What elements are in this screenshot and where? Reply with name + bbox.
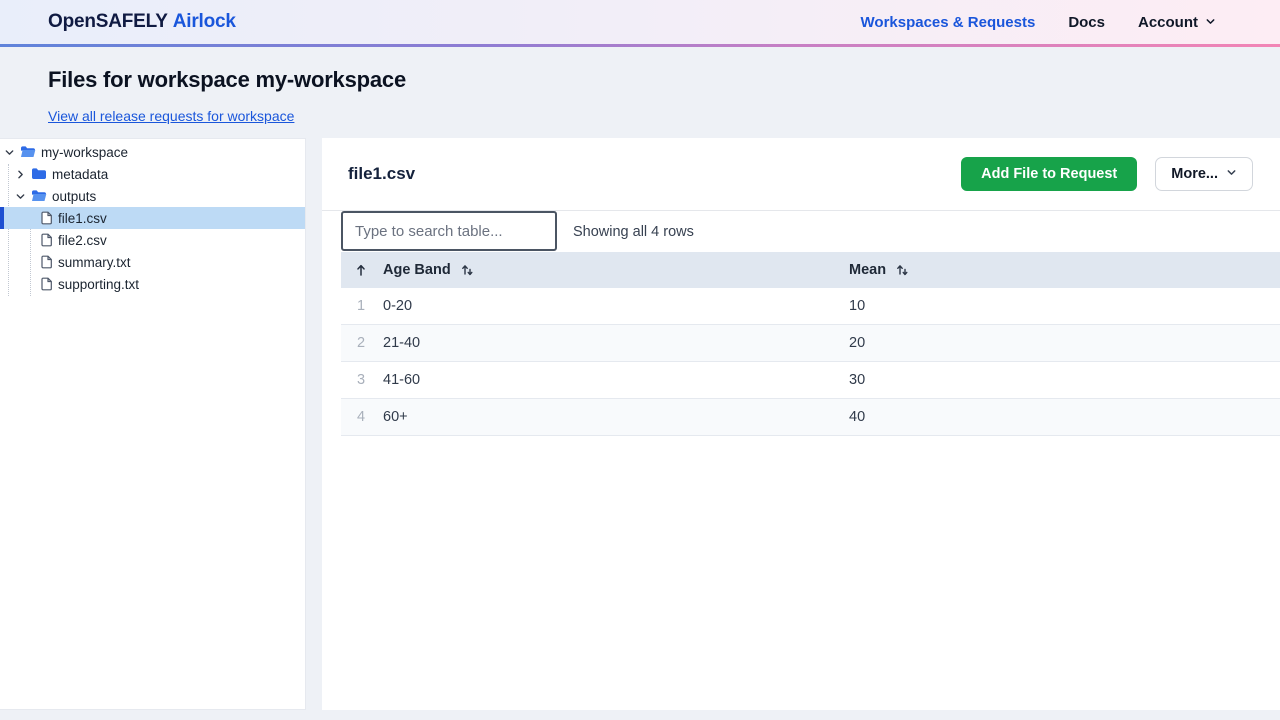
chevron-down-icon	[1205, 14, 1216, 31]
file-actions: Add File to Request More...	[961, 157, 1253, 191]
data-table: Age Band Mean 1 0-20 10 2 21-40 20 3 41-…	[341, 252, 1280, 436]
cell-index: 3	[356, 372, 366, 388]
table-header-row: Age Band Mean	[341, 252, 1280, 288]
page-header: Files for workspace my-workspace View al…	[0, 47, 1280, 138]
cell-mean: 10	[849, 298, 866, 314]
file-icon	[41, 255, 53, 269]
sort-toggle-icon[interactable]	[461, 263, 474, 277]
tree-item-my-workspace[interactable]: my-workspace	[0, 141, 305, 163]
file-title: file1.csv	[348, 164, 416, 183]
cell-mean: 20	[849, 335, 866, 351]
tree-item-label: file1.csv	[58, 210, 107, 226]
cell-age-band: 41-60	[383, 372, 421, 388]
sort-toggle-icon[interactable]	[896, 263, 909, 277]
tree-item-metadata[interactable]: metadata	[0, 163, 305, 185]
logo-airlock: Airlock	[172, 11, 236, 32]
table-row: 4 60+ 40	[341, 399, 1280, 436]
file-tree-sidebar: my-workspace metadata outputs file1.csv …	[0, 138, 306, 710]
view-release-requests-link[interactable]: View all release requests for workspace	[48, 108, 294, 124]
more-button-label: More...	[1171, 166, 1218, 182]
rows-status: Showing all 4 rows	[573, 223, 694, 240]
chevron-right-icon[interactable]	[14, 169, 26, 180]
cell-age-band: 60+	[383, 409, 408, 425]
tree-item-file2-csv[interactable]: file2.csv	[0, 229, 305, 251]
table-row: 2 21-40 20	[341, 325, 1280, 362]
cell-index: 4	[356, 409, 366, 425]
tree-item-supporting-txt[interactable]: supporting.txt	[0, 273, 305, 295]
app-logo[interactable]: OpenSAFELY Airlock	[48, 11, 236, 33]
chevron-down-icon[interactable]	[14, 191, 26, 202]
table-row: 3 41-60 30	[341, 362, 1280, 399]
logo-opensafely: OpenSAFELY	[48, 11, 168, 32]
cell-index: 2	[356, 335, 366, 351]
tree-item-summary-txt[interactable]: summary.txt	[0, 251, 305, 273]
tree-item-file1-csv[interactable]: file1.csv	[0, 207, 305, 229]
column-label: Age Band	[383, 262, 451, 278]
tree-item-label: outputs	[52, 188, 97, 204]
sort-asc-icon[interactable]	[355, 263, 367, 277]
more-button[interactable]: More...	[1155, 157, 1253, 191]
account-label: Account	[1138, 13, 1198, 31]
table-row: 1 0-20 10	[341, 288, 1280, 325]
tree-item-label: supporting.txt	[58, 276, 140, 292]
file-icon	[41, 211, 53, 225]
cell-age-band: 0-20	[383, 298, 413, 314]
search-input[interactable]	[341, 211, 557, 251]
file-detail-panel: file1.csv Add File to Request More... Sh…	[322, 138, 1280, 710]
tree-item-label: my-workspace	[41, 144, 129, 160]
cell-index: 1	[356, 298, 366, 314]
folder-icon	[31, 167, 47, 181]
table-toolbar: Showing all 4 rows	[322, 210, 1280, 252]
chevron-down-icon	[1226, 166, 1237, 182]
tree-item-outputs[interactable]: outputs	[0, 185, 305, 207]
nav-workspaces-requests[interactable]: Workspaces & Requests	[861, 14, 1036, 31]
tree-item-label: summary.txt	[58, 254, 131, 270]
tree-item-label: file2.csv	[58, 232, 107, 248]
nav-docs[interactable]: Docs	[1068, 14, 1105, 31]
folder-open-icon	[20, 145, 36, 159]
table-header-index[interactable]	[341, 263, 381, 277]
top-nav: OpenSAFELY Airlock Workspaces & Requests …	[0, 0, 1280, 44]
chevron-down-icon[interactable]	[3, 147, 15, 158]
table-header-mean[interactable]: Mean	[849, 262, 1280, 278]
cell-age-band: 21-40	[383, 335, 421, 351]
account-menu[interactable]: Account	[1138, 14, 1216, 31]
column-label: Mean	[849, 262, 887, 278]
folder-open-icon	[31, 189, 47, 203]
add-file-to-request-button[interactable]: Add File to Request	[961, 157, 1138, 191]
nav-links: Workspaces & Requests Docs Account	[861, 14, 1216, 31]
file-detail-header: file1.csv Add File to Request More...	[322, 138, 1280, 210]
file-icon	[41, 233, 53, 247]
tree-item-label: metadata	[52, 166, 109, 182]
content-area: my-workspace metadata outputs file1.csv …	[0, 138, 1280, 710]
table-header-age-band[interactable]: Age Band	[381, 262, 849, 278]
file-icon	[41, 277, 53, 291]
cell-mean: 40	[849, 409, 866, 425]
cell-mean: 30	[849, 372, 866, 388]
page-title: Files for workspace my-workspace	[48, 67, 406, 92]
